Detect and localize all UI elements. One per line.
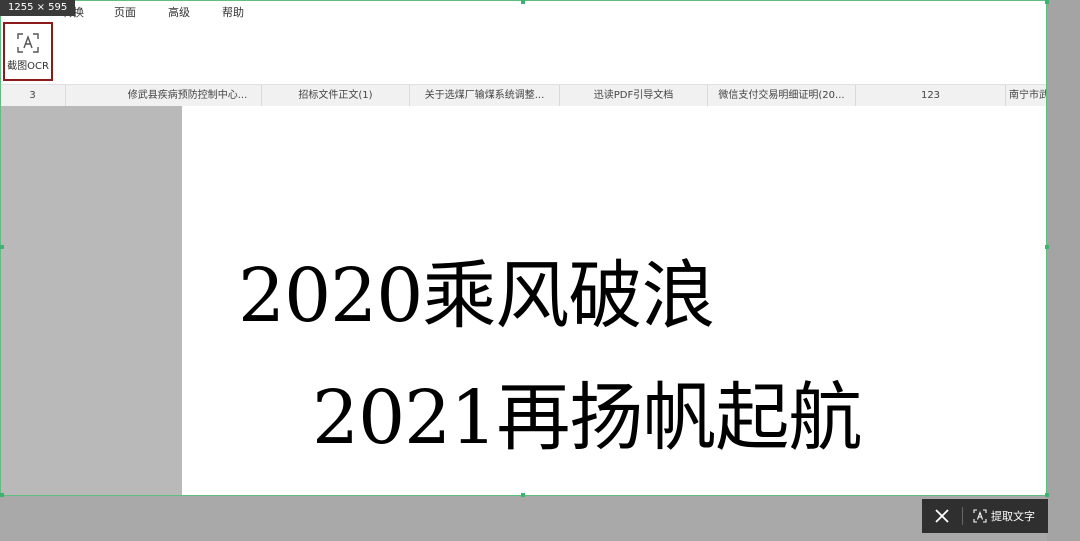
ocr-button-label: 截图OCR [7, 61, 49, 72]
screenshot-ocr-button[interactable]: 截图OCR [3, 22, 53, 81]
dim-overlay-bottom [0, 496, 1047, 541]
resize-handle-bottom-right[interactable] [1045, 493, 1049, 497]
menu-item-page[interactable]: 页面 [114, 4, 136, 20]
tab-doc-8[interactable]: 南宁市武鸣区两 [1006, 85, 1047, 106]
close-icon [935, 509, 949, 523]
document-heading-line-1: 2020乘风破浪 [238, 253, 715, 339]
capture-action-bar: 提取文字 [922, 499, 1048, 533]
document-heading-line-2: 2021再扬帆起航 [312, 375, 862, 461]
resize-handle-right[interactable] [1045, 245, 1049, 249]
tab-doc-4[interactable]: 关于选煤厂输煤系统调整... [410, 85, 560, 106]
resize-handle-left[interactable] [0, 245, 4, 249]
extract-text-button[interactable]: 提取文字 [963, 508, 1035, 524]
menu-item-advanced[interactable]: 高级 [168, 4, 190, 20]
tab-doc-6[interactable]: 微信支付交易明细证明(20... [708, 85, 856, 106]
tab-doc-1[interactable]: 3 [0, 85, 66, 106]
selection-size-badge: 1255 × 595 [0, 0, 76, 16]
tab-doc-2[interactable]: 修武县疾病预防控制中心... [114, 85, 262, 106]
dim-overlay-right [1047, 0, 1080, 541]
resize-handle-top-right[interactable] [1045, 0, 1049, 4]
tab-doc-7[interactable]: 123 [856, 85, 1006, 106]
dim-overlay-left [0, 106, 182, 496]
resize-handle-top[interactable] [521, 0, 525, 4]
menu-item-help[interactable]: 帮助 [222, 4, 244, 20]
ocr-icon [17, 33, 39, 53]
resize-handle-bottom[interactable] [521, 493, 525, 497]
tab-doc-3[interactable]: 招标文件正文(1) [262, 85, 410, 106]
tab-doc-5[interactable]: 迅读PDF引导文档 [560, 85, 708, 106]
extract-text-label: 提取文字 [991, 510, 1035, 523]
cancel-capture-button[interactable] [922, 499, 962, 533]
document-tab-bar: 3 修武县疾病预防控制中心... 招标文件正文(1) 关于选煤厂输煤系统调整..… [0, 84, 1047, 107]
ribbon-toolbar [0, 22, 1047, 84]
ocr-text-icon [973, 509, 987, 523]
resize-handle-bottom-left[interactable] [0, 493, 4, 497]
